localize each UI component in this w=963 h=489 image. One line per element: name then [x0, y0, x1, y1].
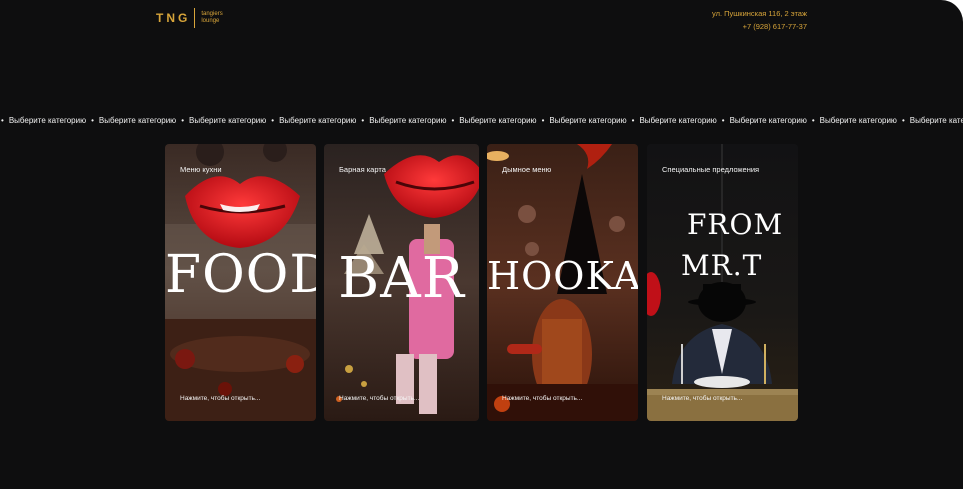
card-food-menu[interactable]: Меню кухни FOOD Нажмите, чтобы открыть..… [165, 144, 316, 421]
ticker-item: Выберите категорию • [459, 114, 549, 128]
ticker-separator: • [91, 116, 94, 125]
card-bar-menu[interactable]: Барная карта BAR Нажмите, чтобы открыть.… [324, 144, 479, 421]
card-hint: Нажмите, чтобы открыть... [180, 395, 261, 402]
ticker-separator: • [631, 116, 635, 125]
card-label: Специальные предложения [662, 165, 760, 174]
ticker-text: Выберите категорию [819, 116, 897, 125]
ticker-separator: • [721, 116, 725, 125]
phone-link[interactable]: +7 (928) 617-77-37 [743, 22, 807, 31]
ticker-item: Выберите категорию • [369, 114, 459, 128]
category-ticker: • Выберите категорию • Выберите категорию • В… [0, 114, 963, 128]
ticker-text: Выберите категорию [909, 116, 963, 125]
ticker-text: Выберите категорию [369, 116, 447, 125]
ticker-separator: • [1, 116, 4, 125]
ticker-text: Выберите категорию [639, 116, 717, 125]
ticker-item: • Выберите категорию • [0, 114, 99, 128]
card-hookah-menu[interactable]: Дымное меню HOOKAH Нажмите, чтобы открыт… [487, 144, 638, 421]
ticker-item: Выберите категорию • [820, 114, 910, 128]
ticker-text: Выберите категорию [279, 116, 357, 125]
ticker-item: Выберите категорию • [99, 114, 189, 128]
ticker-text: Выберите категорию [729, 116, 807, 125]
ticker-text: Выберите категорию [98, 116, 177, 125]
logo-divider [194, 8, 196, 28]
ticker-item: Выберите категорию • [639, 114, 729, 128]
card-title: BAR [338, 246, 465, 311]
logo-subtitle-line1: tangiers [201, 11, 223, 17]
ticker-separator: • [901, 116, 905, 125]
ticker-item: Выберите категорию • [189, 114, 279, 128]
ticker-text: Выберите категорию [8, 116, 87, 125]
ticker-separator: • [811, 116, 815, 125]
card-label: Меню кухни [180, 165, 222, 174]
ticker-separator: • [361, 116, 365, 125]
card-special-offers[interactable]: Специальные предложения FROM MR.T Нажмит… [647, 144, 798, 421]
card-hint: Нажмите, чтобы открыть... [339, 395, 420, 402]
card-title-line2: MR.T [681, 249, 763, 282]
card-label: Барная карта [339, 165, 386, 174]
card-hint: Нажмите, чтобы открыть... [662, 395, 743, 402]
card-hint: Нажмите, чтобы открыть... [502, 395, 583, 402]
ticker-separator: • [271, 116, 275, 125]
logo-mark: TNG [156, 11, 191, 25]
card-title-line1: FROM [687, 208, 784, 241]
card-title: FOOD [165, 245, 316, 305]
card-title: HOOKAH [487, 254, 638, 298]
ticker-item: Выберите категорию • [730, 114, 820, 128]
ticker-item: Выберите категорию • [279, 114, 369, 128]
ticker-item: Выберите категорию• [910, 114, 963, 128]
ticker-text: Выберите категорию [189, 116, 267, 125]
ticker-separator: • [451, 116, 455, 125]
address-text: ул. Пушкинская 116, 2 этаж [712, 9, 807, 18]
logo-subtitle-line2: lounge [201, 18, 220, 24]
card-label: Дымное меню [502, 165, 552, 174]
brand-logo[interactable]: TNG tangiers lounge [156, 7, 223, 29]
ticker-text: Выберите категорию [549, 116, 627, 125]
ticker-separator: • [181, 116, 184, 125]
ticker-text: Выберите категорию [459, 116, 537, 125]
ticker-item: Выберите категорию • [549, 114, 639, 128]
logo-subtitle: tangiers lounge [201, 11, 222, 25]
contacts: ул. Пушкинская 116, 2 этаж +7 (928) 617-… [712, 7, 807, 33]
app-screen: TNG tangiers lounge ул. Пушкинская 116, … [0, 0, 963, 489]
ticker-track: • Выберите категорию • Выберите категорию • В… [0, 114, 963, 128]
ticker-separator: • [541, 116, 545, 125]
